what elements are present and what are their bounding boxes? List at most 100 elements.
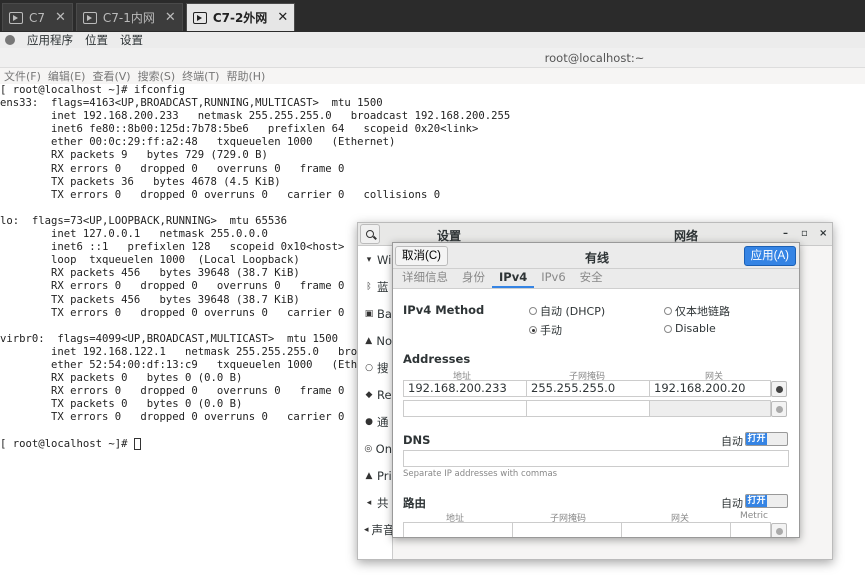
menu-view[interactable]: 查看(V) [92,68,130,84]
cancel-button[interactable]: 取消(C) [395,246,448,266]
ipv4-settings: IPv4 Method 自动 (DHCP) 仅本地链路 手动 Disable A… [393,289,799,537]
sidebar-item-4[interactable]: ○ 搜 [358,354,392,381]
close-icon[interactable]: ✕ [277,10,288,25]
address-input[interactable]: 192.168.200.233 [403,380,527,397]
sidebar-item-label: On [375,441,392,456]
radio-indicator [529,307,537,315]
remove-address-button[interactable] [771,401,787,417]
addresses-label: Addresses [403,352,471,366]
terminal-titlebar: root@localhost:~ [0,48,865,68]
terminal-line: [ root@localhost ~]# ifconfig [0,84,185,96]
wired-connection-dialog: 取消(C) 有线 应用(A) 详细信息 身份 IPv4 IPv6 安全 IPv4… [392,242,800,538]
remove-address-button[interactable] [771,381,787,397]
tab-ipv6[interactable]: IPv6 [534,269,572,288]
gateway-input[interactable] [649,400,771,417]
method-manual-radio[interactable]: 手动 [529,322,562,338]
sidebar-item-label: 搜 [377,360,389,375]
radio-indicator-selected [529,326,537,334]
method-dhcp-label: 自动 (DHCP) [540,305,606,318]
route-metric-input[interactable] [730,522,771,537]
netmask-input[interactable]: 255.255.255.0 [526,380,650,397]
vm-tab-label: C7 [29,10,46,25]
sidebar-item-0[interactable]: ▾ Wi [358,246,392,273]
dialog-tabs: 详细信息 身份 IPv4 IPv6 安全 [393,269,799,289]
search-button[interactable] [360,224,380,244]
menu-file[interactable]: 文件(F) [4,68,41,84]
sharing-icon: ◂ [366,497,372,508]
apply-button[interactable]: 应用(A) [743,246,796,266]
background-icon: ▣ [364,308,374,319]
sidebar-item-label: 通 [377,414,389,429]
sidebar-item-label: 共 [377,495,389,510]
notifications-icon: ▲ [365,335,373,346]
applications-icon [5,35,15,45]
dns-input[interactable] [403,450,789,467]
method-link-local-radio[interactable]: 仅本地链路 [664,303,730,319]
sidebar-item-label: Wi [377,252,392,267]
online-accounts-icon: ◎ [364,443,373,454]
vm-tab-c7-1[interactable]: C7-1内网 ✕ [75,3,183,31]
method-disable-radio[interactable]: Disable [664,322,716,335]
sidebar-item-7[interactable]: ◎ On [358,435,392,462]
sidebar-item-8[interactable]: ▲ Pri [358,462,392,489]
close-icon[interactable]: ✕ [55,10,66,25]
vm-icon [82,11,97,24]
maximize-icon[interactable]: ▫ [801,228,808,239]
route-col-metric: Metric [740,511,768,521]
gateway-input[interactable]: 192.168.200.20 [649,380,771,397]
dialog-title: 有线 [585,251,610,265]
places-menu[interactable]: 位置 [85,32,108,48]
tab-identity[interactable]: 身份 [455,269,492,288]
sidebar-item-1[interactable]: ᛒ蓝 [358,273,392,300]
menu-help[interactable]: 帮助(H) [226,68,265,84]
terminal-title: root@localhost:~ [544,51,645,65]
method-disable-label: Disable [675,322,716,335]
terminal-line: TX packets 36 bytes 4678 (4.5 KiB) [0,175,281,188]
remove-route-button[interactable] [771,523,787,537]
vm-tab-c7[interactable]: C7 ✕ [2,3,73,31]
terminal-cursor [133,437,141,450]
bluetooth-icon: ᛒ [366,281,372,292]
route-gateway-input[interactable] [621,522,731,537]
menu-edit[interactable]: 编辑(E) [48,68,86,84]
sidebar-item-10[interactable]: ◂ 声音 [358,516,395,543]
routes-auto-toggle[interactable]: 打开 [745,494,788,508]
toggle-on-label: 打开 [746,495,767,507]
terminal-line: inet 192.168.200.233 netmask 255.255.255… [0,110,511,123]
applications-menu[interactable]: 应用程序 [27,32,73,48]
route-netmask-input[interactable] [512,522,622,537]
terminal-line: TX errors 0 dropped 0 overruns 0 carrier… [0,188,441,201]
vm-tab-c7-2[interactable]: C7-2外网 ✕ [185,3,296,31]
tab-security[interactable]: 安全 [573,269,610,288]
sidebar-item-3[interactable]: ▲ No [358,327,392,354]
close-icon[interactable]: ✕ [165,10,176,25]
universal-access-icon: ● [365,416,373,427]
terminal-prompt: [ root@localhost ~]# [0,437,134,450]
method-manual-label: 手动 [540,324,562,337]
address-input[interactable] [403,400,527,417]
sidebar-item-5[interactable]: ◆ Re [358,381,392,408]
ipv4-method-label: IPv4 Method [403,303,485,317]
minimize-icon[interactable]: – [783,228,788,239]
settings-menu[interactable]: 设置 [120,32,143,48]
close-icon[interactable]: × [819,228,827,239]
sidebar-item-2[interactable]: ▣ Ba [358,300,392,327]
sidebar-item-9[interactable]: ◂ 共 [358,489,392,516]
terminal-line: RX packets 9 bytes 729 (729.0 B) [0,149,268,162]
dialog-headerbar: 取消(C) 有线 应用(A) [393,243,799,269]
method-link-local-label: 仅本地链路 [675,305,730,318]
vm-tab-label: C7-1内网 [102,11,155,25]
terminal-line: inet6 fe80::8b00:125d:7b78:5be6 prefixle… [0,123,479,136]
netmask-input[interactable] [526,400,650,417]
sidebar-item-6[interactable]: ● 通 [358,408,392,435]
menu-terminal[interactable]: 终端(T) [182,68,219,84]
dns-auto-toggle[interactable]: 打开 [745,432,788,446]
sidebar-item-label: Ba [377,306,392,321]
route-address-input[interactable] [403,522,513,537]
menu-search[interactable]: 搜索(S) [138,68,176,84]
tab-ipv4[interactable]: IPv4 [492,269,535,288]
terminal-line: ether 00:0c:29:ff:a2:48 txqueuelen 1000 … [0,136,396,149]
tab-details[interactable]: 详细信息 [395,269,455,288]
method-dhcp-radio[interactable]: 自动 (DHCP) [529,303,605,319]
